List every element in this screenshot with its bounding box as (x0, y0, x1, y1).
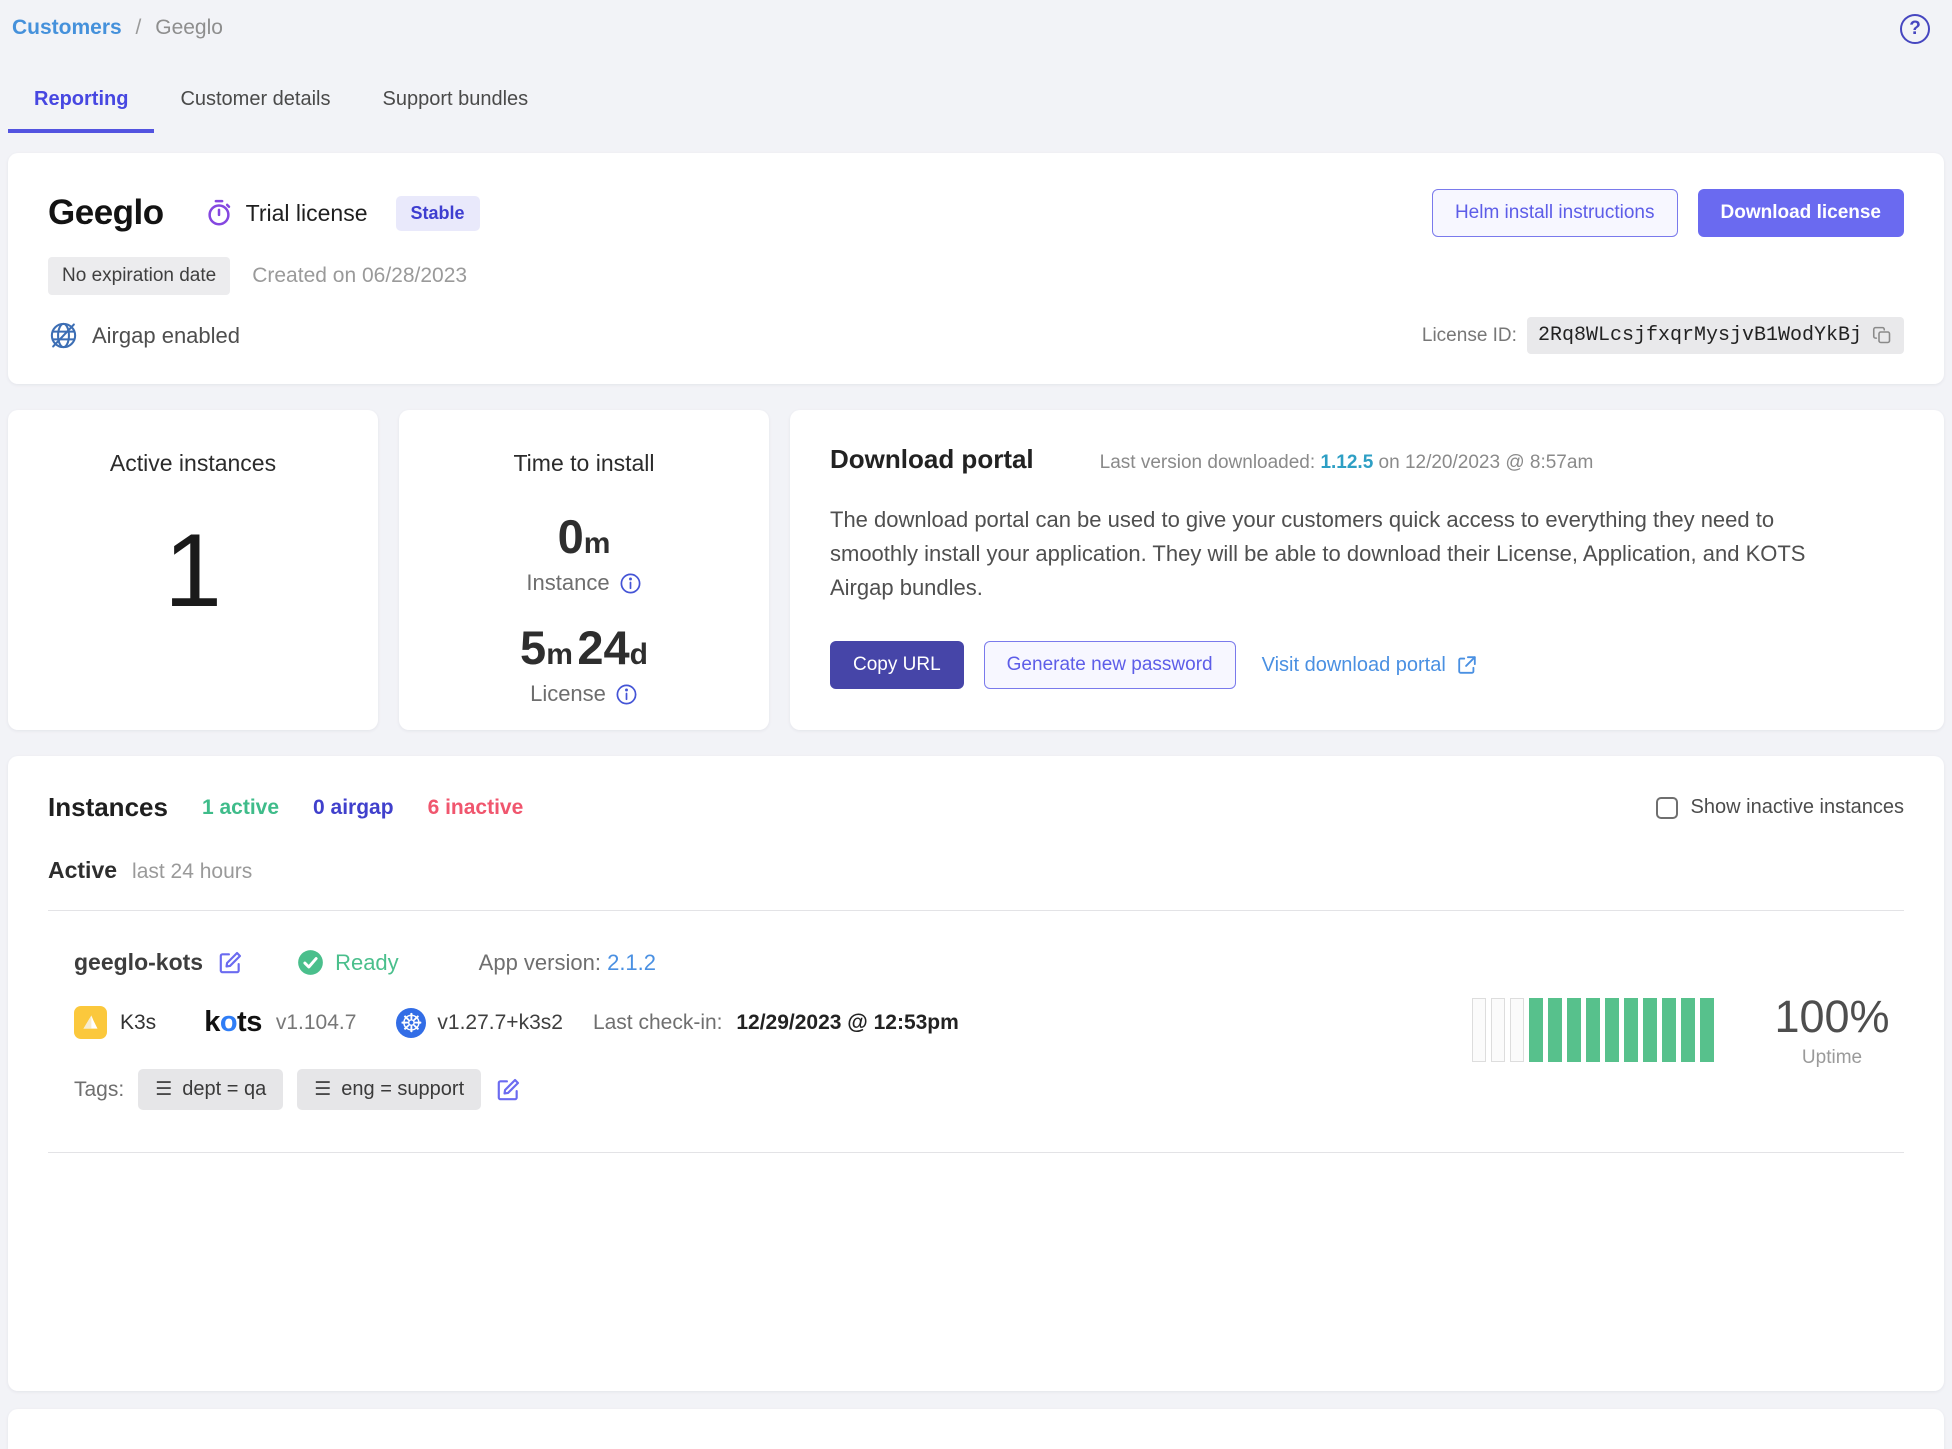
copy-license-id-icon[interactable] (1872, 325, 1893, 346)
external-link-icon (1456, 654, 1478, 676)
distribution-label: K3s (120, 1011, 156, 1035)
active-instances-value: 1 (8, 519, 378, 623)
tags-label: Tags: (74, 1078, 124, 1102)
license-id-value-chip: 2Rq8WLcsjfxqrMysjvB1WodYkBj (1527, 317, 1904, 354)
instance-install-label: Instance (526, 570, 609, 596)
time-to-install-card: Time to install 0m Instance 5m 24d (399, 410, 769, 730)
metrics-row: Active instances 1 Time to install 0m In… (8, 410, 1944, 730)
customer-reporting-page: Customers / Geeglo ? Reporting Customer … (0, 0, 1952, 1449)
tag-icon: ☰ (155, 1078, 172, 1101)
tab-customer-details[interactable]: Customer details (154, 72, 356, 133)
uptime-bar-filled (1662, 998, 1676, 1062)
uptime-bar-filled (1567, 998, 1581, 1062)
uptime-bar-empty (1491, 998, 1505, 1062)
app-version: App version: 2.1.2 (479, 950, 656, 976)
kots-version: v1.104.7 (276, 1011, 357, 1035)
tag-dept-qa: ☰ dept = qa (138, 1069, 283, 1110)
uptime-bar-filled (1624, 998, 1638, 1062)
license-summary-card: Geeglo Trial license Stable Helm install… (8, 153, 1944, 384)
airgap-enabled-label: Airgap enabled (92, 323, 240, 349)
generate-new-password-button[interactable]: Generate new password (984, 641, 1236, 689)
tag-icon: ☰ (314, 1078, 331, 1101)
uptime-bar-filled (1681, 998, 1695, 1062)
tab-support-bundles[interactable]: Support bundles (357, 72, 555, 133)
license-info-icon[interactable] (615, 683, 638, 706)
copy-url-button[interactable]: Copy URL (830, 641, 964, 689)
customer-name: Geeglo (48, 193, 164, 233)
k3s-icon (74, 1006, 107, 1039)
instances-title: Instances (48, 792, 168, 823)
created-on-text: Created on 06/28/2023 (252, 264, 467, 288)
instances-card: Instances 1 active 0 airgap 6 inactive S… (8, 756, 1944, 1391)
uptime-bar-filled (1548, 998, 1562, 1062)
ready-check-icon (297, 949, 324, 976)
last-checkin-value: 12/29/2023 @ 12:53pm (736, 1011, 958, 1034)
kubernetes-version: v1.27.7+k3s2 (437, 1011, 563, 1035)
trial-timer-icon (204, 198, 234, 228)
last-checkin: Last check-in: 12/29/2023 @ 12:53pm (593, 1011, 959, 1035)
license-type-label: Trial license (246, 200, 368, 227)
license-id-value: 2Rq8WLcsjfxqrMysjvB1WodYkBj (1538, 324, 1862, 347)
download-license-button[interactable]: Download license (1698, 189, 1904, 237)
last-version-downloaded: Last version downloaded: 1.12.5 on 12/20… (1100, 452, 1594, 474)
breadcrumb-customers-link[interactable]: Customers (12, 16, 122, 39)
uptime-bars (1472, 998, 1714, 1062)
breadcrumb-separator: / (136, 16, 142, 39)
uptime-bar-filled (1529, 998, 1543, 1062)
license-id-label: License ID: (1422, 325, 1517, 347)
instance-row: geeglo-kots (48, 910, 1904, 1153)
uptime-bar-empty (1472, 998, 1486, 1062)
instance-info-icon[interactable] (619, 572, 642, 595)
active-section-timeframe: last 24 hours (132, 860, 252, 884)
airgap-count: 0 airgap (313, 796, 394, 820)
time-to-install-title: Time to install (399, 450, 769, 477)
help-icon[interactable]: ? (1900, 14, 1930, 44)
edit-instance-name-icon[interactable] (217, 950, 243, 976)
download-portal-title: Download portal (830, 444, 1034, 475)
download-portal-description: The download portal can be used to give … (830, 503, 1840, 605)
license-install-label: License (530, 681, 606, 707)
uptime-bar-filled (1586, 998, 1600, 1062)
active-instances-title: Active instances (8, 450, 378, 477)
active-count: 1 active (202, 796, 279, 820)
edit-tags-icon[interactable] (495, 1077, 521, 1103)
active-section-heading: Active (48, 857, 117, 884)
kots-logo: kots (204, 1006, 262, 1039)
tab-reporting[interactable]: Reporting (8, 72, 154, 133)
breadcrumb-current: Geeglo (155, 16, 223, 39)
instance-name: geeglo-kots (74, 949, 203, 976)
helm-install-instructions-button[interactable]: Helm install instructions (1432, 189, 1678, 237)
uptime-bar-filled (1605, 998, 1619, 1062)
app-version-link[interactable]: 2.1.2 (607, 950, 656, 975)
download-portal-card: Download portal Last version downloaded:… (790, 410, 1944, 730)
uptime-bar-empty (1510, 998, 1524, 1062)
breadcrumb: Customers / Geeglo (8, 0, 1944, 40)
visit-download-portal-link[interactable]: Visit download portal (1262, 654, 1478, 677)
next-card-peek (8, 1409, 1944, 1449)
airgap-globe-icon (48, 320, 79, 351)
kubernetes-icon: ☸ (396, 1008, 426, 1038)
show-inactive-label[interactable]: Show inactive instances (1691, 796, 1904, 819)
uptime-bar-filled (1643, 998, 1657, 1062)
instance-status: Ready (335, 950, 399, 976)
active-instances-card: Active instances 1 (8, 410, 378, 730)
channel-badge: Stable (396, 196, 480, 231)
last-version-link[interactable]: 1.12.5 (1320, 452, 1373, 473)
inactive-count: 6 inactive (428, 796, 524, 820)
tab-bar: Reporting Customer details Support bundl… (8, 72, 1944, 133)
tag-eng-support: ☰ eng = support (297, 1069, 481, 1110)
expiration-badge: No expiration date (48, 257, 230, 295)
uptime-bar-filled (1700, 998, 1714, 1062)
instance-install-time: 0m (399, 513, 769, 560)
show-inactive-checkbox[interactable] (1656, 797, 1678, 819)
uptime-label: Uptime (1772, 1047, 1892, 1069)
license-install-time: 5m 24d (399, 624, 769, 671)
uptime-percentage: 100% (1772, 991, 1892, 1043)
